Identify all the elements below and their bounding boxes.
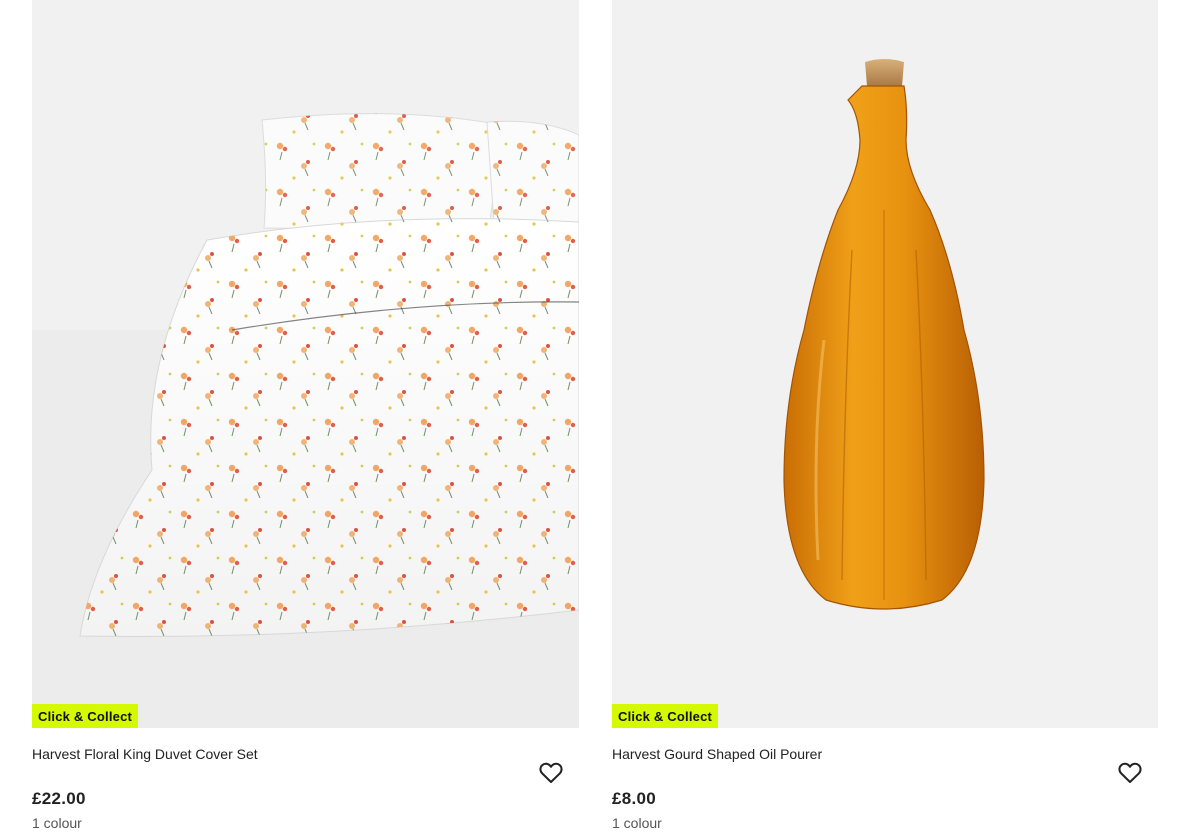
- product-image-bottle[interactable]: Click & Collect: [612, 0, 1158, 728]
- floral-duvet-image: [32, 0, 579, 728]
- click-collect-badge: Click & Collect: [612, 704, 719, 728]
- colour-count: 1 colour: [32, 815, 82, 831]
- product-card[interactable]: Click & Collect Harvest Floral King Duve…: [32, 0, 579, 837]
- product-price: £22.00: [32, 789, 86, 808]
- colour-count: 1 colour: [612, 815, 662, 831]
- heart-outline-icon[interactable]: [1118, 762, 1142, 784]
- product-grid: Click & Collect Harvest Floral King Duve…: [0, 0, 1190, 837]
- click-collect-badge: Click & Collect: [32, 704, 139, 728]
- product-title[interactable]: Harvest Gourd Shaped Oil Pourer: [612, 746, 822, 762]
- heart-outline-icon[interactable]: [539, 762, 563, 784]
- product-image-duvet[interactable]: Click & Collect: [32, 0, 579, 728]
- amber-bottle-image: [612, 0, 1158, 728]
- product-price: £8.00: [612, 789, 657, 808]
- product-card[interactable]: Click & Collect Harvest Gourd Shaped Oil…: [612, 0, 1158, 837]
- product-title[interactable]: Harvest Floral King Duvet Cover Set: [32, 746, 258, 762]
